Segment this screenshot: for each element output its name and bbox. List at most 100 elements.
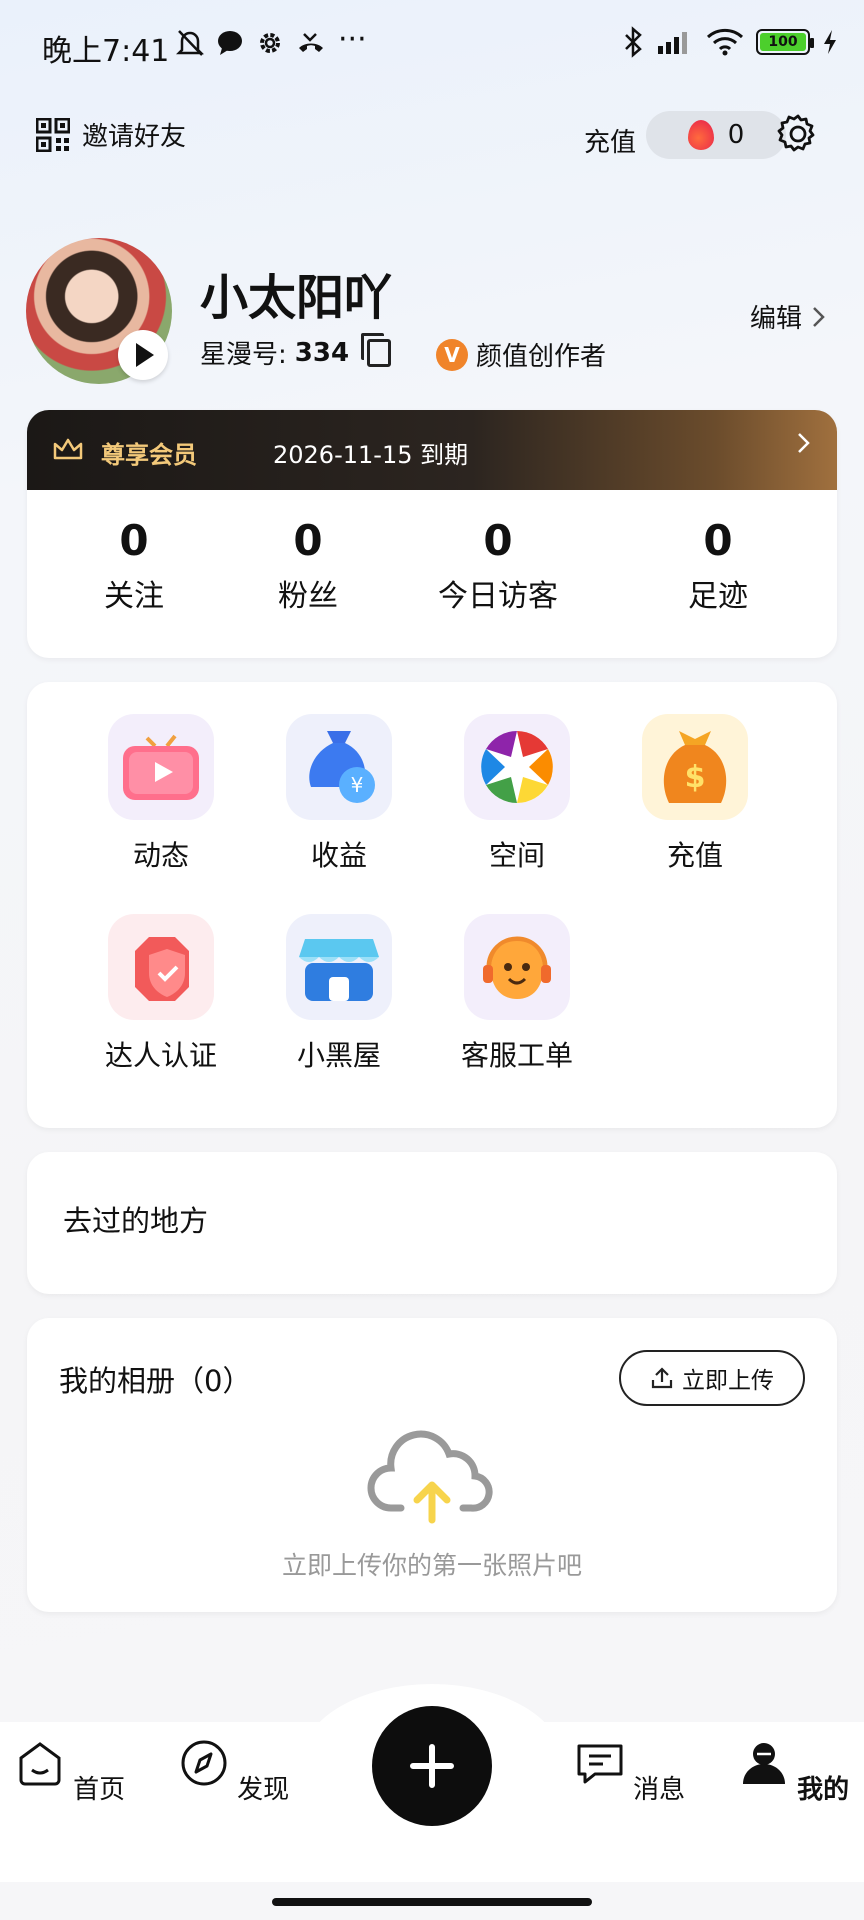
tv-play-icon (108, 714, 214, 820)
stat-following[interactable]: 0 关注 (49, 516, 219, 615)
id-label: 星漫号: (200, 340, 287, 370)
status-notification-icons: ··· (176, 22, 367, 58)
feature-label: 空间 (488, 839, 545, 872)
coin-count: 0 (727, 120, 745, 150)
feature-grid: 动态 ¥ 收益 空间 $ 充值 达人认证 小黑屋 客服工单 (27, 682, 837, 1128)
stat-label: 今日访客 (438, 579, 558, 614)
money-bag-icon: ¥ (286, 714, 392, 820)
status-right: 100 (622, 26, 838, 58)
missed-call-icon (299, 33, 323, 52)
coin-icon (687, 120, 714, 150)
tab-label: 我的 (797, 1775, 850, 1805)
tab-home[interactable]: 首页 (10, 1738, 130, 1806)
signal-icon (658, 32, 687, 54)
aperture-icon (464, 714, 570, 820)
feature-label: 收益 (310, 839, 367, 872)
edit-profile-button[interactable]: 编辑 (750, 298, 826, 335)
tab-discover[interactable]: 发现 (174, 1738, 294, 1806)
feature-space[interactable]: 空间 (437, 714, 597, 874)
feature-income[interactable]: ¥ 收益 (259, 714, 419, 874)
user-id-line: 星漫号: 334 (200, 332, 392, 371)
battery-level: 100 (760, 33, 806, 51)
creator-label: 颜值创作者 (476, 342, 607, 372)
shield-check-icon (108, 914, 214, 1020)
play-icon[interactable] (118, 330, 168, 380)
vip-label: 尊享会员 (101, 441, 197, 469)
id-value: 334 (294, 337, 350, 368)
upload-icon (651, 1367, 673, 1389)
copy-icon[interactable] (361, 332, 392, 367)
svg-text:¥: ¥ (351, 773, 364, 797)
stat-fans[interactable]: 0 粉丝 (223, 516, 393, 615)
album-title: 我的相册（0） (59, 1364, 252, 1398)
invite-label: 邀请好友 (82, 122, 187, 152)
chevron-right-icon (798, 433, 810, 453)
feature-label: 动态 (132, 839, 189, 872)
chevron-right-icon (813, 306, 825, 327)
feature-label: 达人认证 (104, 1039, 217, 1072)
stat-label: 关注 (104, 579, 164, 614)
stat-value: 0 (703, 516, 733, 565)
message-icon (577, 1744, 623, 1784)
more-icon: ··· (338, 22, 367, 57)
create-post-button[interactable] (372, 1706, 492, 1826)
stat-value: 0 (119, 516, 149, 565)
store-icon (286, 914, 392, 1020)
upload-hint: 立即上传你的第一张照片吧 (281, 1551, 582, 1580)
creator-badge: V 颜值创作者 (436, 336, 606, 373)
stat-footprint[interactable]: 0 足迹 (633, 516, 803, 615)
bluetooth-icon (625, 26, 642, 58)
wifi-icon (706, 28, 744, 56)
feature-recharge[interactable]: $ 充值 (615, 714, 775, 874)
cloud-upload-icon[interactable] (367, 1428, 497, 1528)
visited-places-card[interactable]: 去过的地方 (27, 1152, 837, 1294)
invite-friends-button[interactable]: 邀请好友 (36, 116, 186, 153)
user-icon (742, 1743, 785, 1784)
feature-blackroom[interactable]: 小黑屋 (259, 914, 419, 1074)
chat-bubble-icon (218, 31, 242, 55)
vip-banner[interactable]: 尊享会员 2026-11-15 到期 (27, 410, 837, 490)
status-bar: 晚上7:41 ··· 100 (0, 18, 864, 69)
nickname: 小太阳吖 (200, 270, 393, 326)
recharge-label[interactable]: 充值 (584, 122, 636, 159)
album-card: 我的相册（0） 立即上传 立即上传你的第一张照片吧 (27, 1318, 837, 1612)
settings-gear-icon[interactable] (776, 112, 820, 156)
feature-label: 客服工单 (460, 1039, 573, 1072)
home-icon (19, 1742, 61, 1786)
tab-label: 发现 (237, 1775, 290, 1805)
feature-dynamic[interactable]: 动态 (81, 714, 241, 874)
feature-support-ticket[interactable]: 客服工单 (437, 914, 597, 1074)
edit-label: 编辑 (750, 304, 803, 334)
tab-messages[interactable]: 消息 (570, 1738, 690, 1806)
mute-bell-icon (176, 30, 204, 56)
places-title: 去过的地方 (63, 1204, 209, 1238)
compass-icon (181, 1740, 227, 1786)
crown-icon (53, 438, 83, 460)
qr-code-icon (36, 117, 70, 152)
upload-label: 立即上传 (682, 1368, 774, 1394)
feature-certification[interactable]: 达人认证 (81, 914, 241, 1074)
svg-text:$: $ (685, 760, 706, 795)
gold-bag-icon: $ (642, 714, 748, 820)
v-badge-icon: V (436, 338, 468, 371)
stat-visitors[interactable]: 0 今日访客 (413, 516, 583, 615)
upload-now-button[interactable]: 立即上传 (619, 1350, 805, 1406)
feature-label: 小黑屋 (296, 1039, 381, 1072)
plus-icon (410, 1744, 454, 1788)
vip-expire: 2026-11-15 到期 (273, 441, 469, 469)
tab-label: 消息 (633, 1775, 686, 1805)
coin-balance-pill[interactable]: 0 (646, 111, 786, 159)
tab-label: 首页 (73, 1775, 126, 1805)
member-card: 尊享会员 2026-11-15 到期 0 关注 0 粉丝 0 今日访客 0 足迹 (27, 410, 837, 658)
stat-value: 0 (293, 516, 323, 565)
feature-label: 充值 (666, 839, 723, 872)
support-mascot-icon (464, 914, 570, 1020)
status-time: 晚上7:41 (42, 34, 170, 69)
stat-label: 足迹 (688, 579, 748, 614)
tab-mine[interactable]: 我的 (734, 1738, 854, 1806)
gear-small-icon (260, 33, 280, 53)
stat-value: 0 (483, 516, 513, 565)
charging-icon (824, 30, 836, 54)
home-indicator (272, 1898, 592, 1906)
battery-icon: 100 (756, 29, 814, 55)
